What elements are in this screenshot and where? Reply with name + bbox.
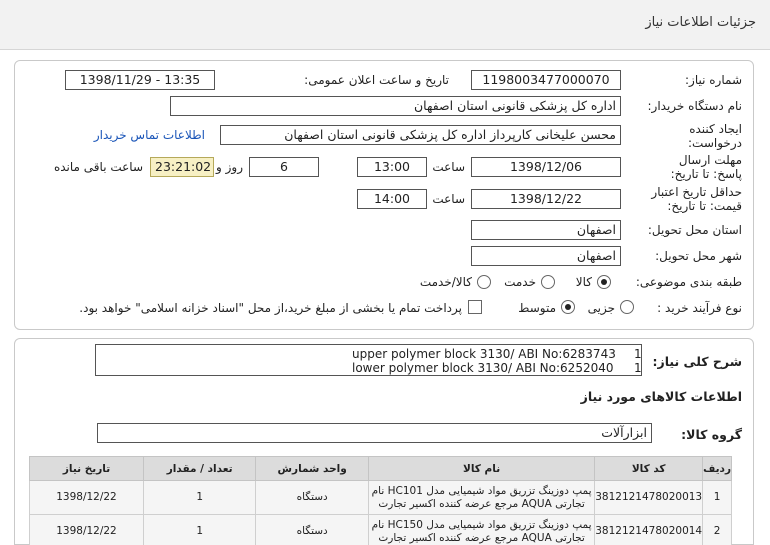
row-code: 3812121478020013 [594,480,704,515]
need-number-label: شماره نیاز: [685,73,742,87]
goods-table: ردیف کد کالا نام کالا واحد شمارش تعداد /… [29,456,732,545]
col-unit: واحد شمارش [255,456,369,481]
category-radio-goods-service[interactable] [477,275,491,289]
col-date: تاریخ نیاز [29,456,144,481]
announce-date-field: 1398/11/29 - 13:35 [65,70,215,90]
col-qty: تعداد / مقدار [142,456,257,481]
city-label: شهر محل تحویل: [655,249,742,263]
buyer-label: نام دستگاه خریدار: [647,99,743,113]
row-code: 3812121478020014 [594,514,704,545]
province-label: استان محل تحویل: [647,223,742,237]
treasury-payment-checkbox[interactable] [468,300,482,314]
row-qty: 1 [142,514,257,545]
deadline-label: مهلت ارسال پاسخ: تا تاریخ: [670,153,742,181]
process-label: نوع فرآیند خرید : [657,301,742,315]
row-name: پمپ دوزینگ تزریق مواد شیمیایی مدل HC101 … [367,480,596,515]
col-code: کد کالا [594,456,704,481]
table-row: 1 3812121478020013 پمپ دوزینگ تزریق مواد… [29,480,732,515]
goods-section-title: اطلاعات کالاهای مورد نیاز [580,389,742,404]
description-line-2-text: lower polymer block 3130/ ABI No:6252040 [352,361,614,375]
deadline-date-field: 1398/12/06 [471,157,621,177]
creator-label: ایجاد کننده درخواست: [688,122,742,150]
goods-group-label: گروه کالا: [681,427,742,442]
city-field: اصفهان [471,246,621,266]
description-label: شرح کلی نیاز: [652,354,742,369]
deadline-time-label: ساعت [432,160,465,174]
description-line-1-text: upper polymer block 3130/ ABI No:6283743 [352,347,616,361]
goods-group-field: ابزارآلات [97,423,652,443]
buyer-field: اداره کل پزشکی قانونی استان اصفهان [170,96,621,116]
validity-time-label: ساعت [432,192,465,206]
validity-date-field: 1398/12/22 [471,189,621,209]
buyer-contact-link[interactable]: اطلاعات تماس خریدار [94,128,205,142]
row-index: 1 [702,480,732,515]
category-radio-goods[interactable] [597,275,611,289]
category-option-goods-service: کالا/خدمت [419,275,472,289]
process-option-medium: متوسط [518,301,556,315]
row-name: پمپ دوزینگ تزریق مواد شیمیایی مدل HC150 … [367,514,596,545]
remaining-time-field: 23:21:02 [150,157,214,177]
days-remaining-field: 6 [249,157,319,177]
row-date: 1398/12/22 [29,480,144,515]
category-option-service: خدمت [504,275,536,289]
category-option-goods: کالا [575,275,592,289]
category-label: طبقه بندی موضوعی: [635,275,742,289]
row-index: 2 [702,514,732,545]
process-radio-medium[interactable] [561,300,575,314]
remaining-label: ساعت باقی مانده [53,160,143,174]
validity-label: حداقل تاریخ اعتبار قیمت: تا تاریخ: [651,185,742,213]
days-label: روز و [216,160,243,174]
process-radio-minor[interactable] [620,300,634,314]
description-line-2-qty: 1 [634,361,642,375]
validity-time-field: 14:00 [357,189,427,209]
col-name: نام کالا [367,456,596,481]
deadline-time-field: 13:00 [357,157,427,177]
page-title: جزئیات اطلاعات نیاز [645,15,756,30]
row-qty: 1 [142,480,257,515]
treasury-payment-note: پرداخت تمام یا بخشی از مبلغ خرید،از محل … [79,301,462,315]
row-date: 1398/12/22 [29,514,144,545]
process-option-minor: جزیی [587,301,615,315]
row-unit: دستگاه [255,480,369,515]
page-header: جزئیات اطلاعات نیاز [0,0,770,50]
row-unit: دستگاه [255,514,369,545]
announce-date-label: تاریخ و ساعت اعلان عمومی: [304,73,449,87]
table-row: 2 3812121478020014 پمپ دوزینگ تزریق مواد… [29,514,732,545]
category-radio-service[interactable] [541,275,555,289]
need-number-field: 1198003477000070 [471,70,621,90]
goods-table-header: ردیف کد کالا نام کالا واحد شمارش تعداد /… [29,456,732,481]
province-field: اصفهان [471,220,621,240]
description-line-1-qty: 1 [634,347,642,361]
creator-field: محسن علیخانی کارپرداز اداره کل پزشکی قان… [220,125,621,145]
col-row: ردیف [702,456,732,481]
